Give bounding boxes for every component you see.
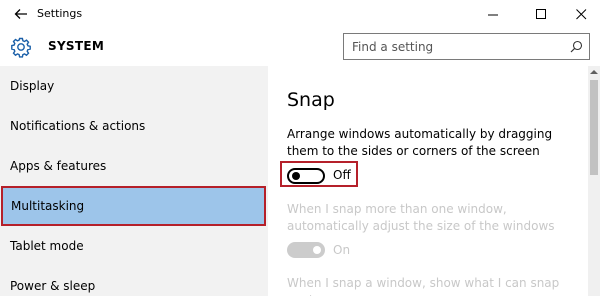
snap-description: Arrange windows automatically by draggin… [287,127,553,158]
window-title: Settings [37,7,83,20]
search-input[interactable] [352,34,562,59]
sidebar-item-label: Power & sleep [10,279,96,293]
search-box[interactable] [343,33,590,60]
gear-icon [11,37,31,58]
minimize-icon [487,14,498,15]
scroll-up-button[interactable] [588,66,600,78]
sidebar-item-label: Tablet mode [10,239,84,253]
page-title: Snap [287,89,335,111]
sidebar-item-tablet-mode[interactable]: Tablet mode [0,226,268,266]
sidebar-item-display[interactable]: Display [0,66,268,106]
snap-toggle-state: Off [333,168,351,182]
resize-option-text: When I snap more than one window, automa… [287,202,555,233]
sidebar-item-label: Display [10,79,55,93]
chevron-up-icon [590,70,598,74]
toggle-knob [292,172,300,180]
arrow-left-icon [14,9,27,19]
toggle-knob [313,246,321,254]
close-icon [575,8,586,19]
sidebar-item-multitasking[interactable]: Multitasking [1,186,266,226]
sidebar-item-label: Multitasking [11,199,85,213]
close-button[interactable] [562,0,600,28]
resize-toggle [287,242,325,258]
search-icon[interactable] [570,40,583,53]
sidebar-item-label: Notifications & actions [10,119,146,133]
snap-toggle[interactable] [287,168,325,184]
show-next-option-text: When I snap a window, show what I can sn… [287,276,560,296]
sidebar-item-notifications[interactable]: Notifications & actions [0,106,268,146]
title-bar: Settings [0,0,600,30]
minimize-button[interactable] [474,0,512,28]
back-button[interactable] [6,2,36,26]
sidebar: Display Notifications & actions Apps & f… [0,66,268,296]
maximize-button[interactable] [522,0,560,28]
section-title: SYSTEM [48,39,105,53]
scroll-thumb[interactable] [590,80,598,175]
sidebar-item-power-sleep[interactable]: Power & sleep [0,266,268,296]
main-content: Snap Arrange windows automatically by dr… [268,66,588,296]
sidebar-item-label: Apps & features [10,159,107,173]
resize-toggle-state: On [333,243,351,257]
sidebar-item-apps-features[interactable]: Apps & features [0,146,268,186]
header: SYSTEM [0,30,600,66]
maximize-icon [535,8,546,19]
scrollbar[interactable] [588,66,600,296]
